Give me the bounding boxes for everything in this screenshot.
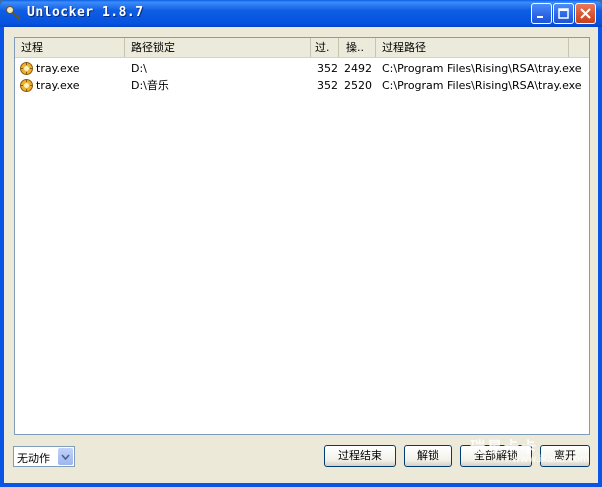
key-icon [6, 6, 21, 21]
client-area: 过程 路径锁定 过. 操.. 过程路径 tray.exe D:\ 352 249… [4, 27, 598, 483]
minimize-button[interactable] [531, 3, 552, 24]
action-select[interactable]: 无动作 [13, 446, 75, 467]
chevron-down-icon[interactable] [58, 448, 73, 465]
pid: 352 [317, 62, 338, 75]
column-header-pid[interactable]: 过. [311, 38, 339, 57]
minimize-icon [537, 16, 543, 18]
process-gear-icon [20, 62, 33, 75]
unlocker-window: Unlocker 1.8.7 过程 路径锁定 过. 操.. 过程路径 tray.… [0, 0, 602, 487]
process-name: tray.exe [36, 62, 80, 75]
kill-process-button[interactable]: 过程结束 [324, 445, 396, 467]
column-header-process-path[interactable]: 过程路径 [376, 38, 569, 57]
pid: 352 [317, 79, 338, 92]
close-icon [580, 8, 591, 19]
maximize-button[interactable] [553, 3, 574, 24]
close-button[interactable] [575, 3, 596, 24]
process-path: C:\Program Files\Rising\RSA\tray.exe [382, 62, 582, 75]
window-title: Unlocker 1.8.7 [27, 5, 144, 20]
action-select-value: 无动作 [17, 452, 50, 465]
table-row[interactable]: tray.exe D:\ 352 2492 C:\Program Files\R… [15, 60, 589, 77]
locked-path: D:\ [131, 62, 147, 75]
unlock-button[interactable]: 解锁 [404, 445, 452, 467]
process-name: tray.exe [36, 79, 80, 92]
watermark-domain: www.ikaka.com [512, 454, 590, 465]
title-bar[interactable]: Unlocker 1.8.7 [0, 0, 602, 27]
locked-path: D:\音乐 [131, 79, 169, 92]
column-header-filler [569, 38, 589, 57]
locking-process-list[interactable]: 过程 路径锁定 过. 操.. 过程路径 tray.exe D:\ 352 249… [14, 37, 590, 435]
handle: 2492 [344, 62, 372, 75]
list-header: 过程 路径锁定 过. 操.. 过程路径 [15, 38, 589, 58]
column-header-locked-path[interactable]: 路径锁定 [125, 38, 311, 57]
table-row[interactable]: tray.exe D:\音乐 352 2520 C:\Program Files… [15, 77, 589, 94]
process-path: C:\Program Files\Rising\RSA\tray.exe [382, 79, 582, 92]
watermark: 瑞星卡卡 www.ikaka.com [468, 436, 592, 472]
column-header-process[interactable]: 过程 [15, 38, 125, 57]
maximize-icon [558, 8, 569, 19]
handle: 2520 [344, 79, 372, 92]
column-header-handle[interactable]: 操.. [339, 38, 376, 57]
process-gear-icon [20, 79, 33, 92]
